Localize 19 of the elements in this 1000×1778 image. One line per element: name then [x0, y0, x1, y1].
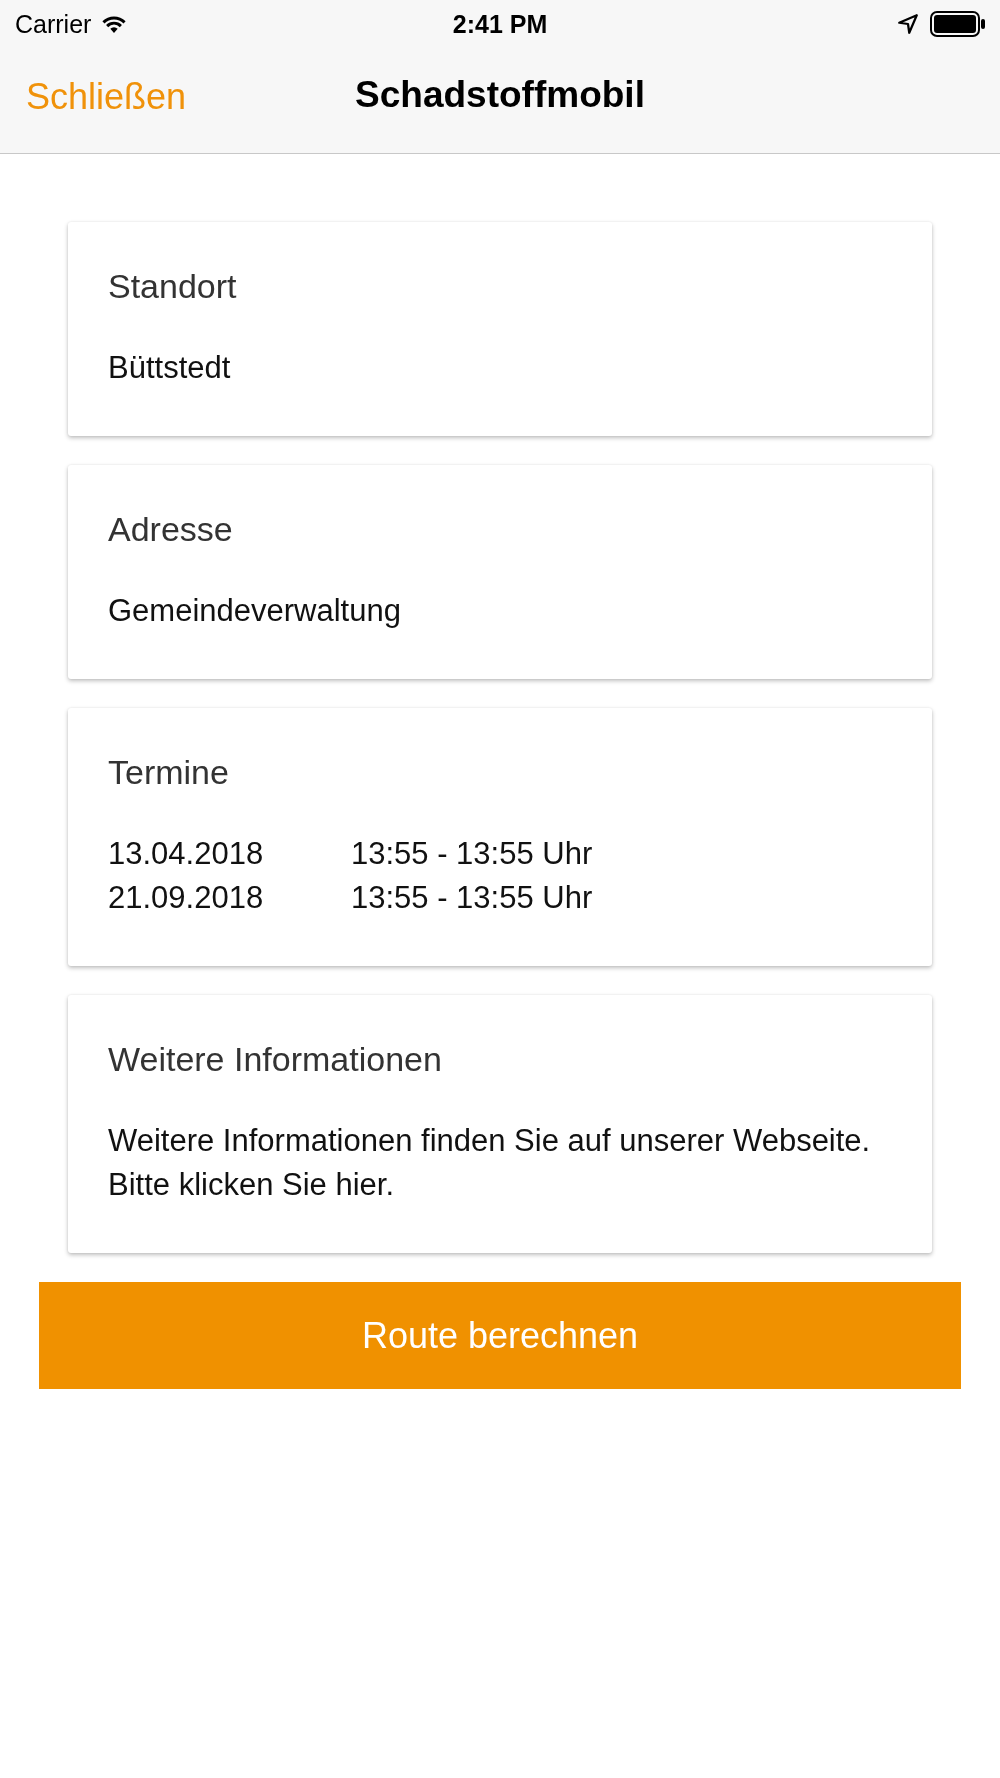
card-title: Weitere Informationen — [108, 1039, 443, 1079]
time-range-text: 13:55 - 13:55 Uhr — [351, 879, 593, 917]
wifi-icon — [101, 14, 128, 34]
carrier-label: Carrier — [15, 9, 92, 39]
card-text: Weitere Informationen finden Sie auf unserer Webseite. Bitte klicken Sie hier. — [108, 1122, 872, 1204]
card-text: Gemeindeverwaltung — [108, 592, 402, 630]
date-text: 21.09.2018 — [108, 879, 265, 917]
time-range-text: 13:55 - 13:55 Uhr — [351, 835, 593, 873]
close-button[interactable]: Schließen — [26, 75, 187, 118]
card-title: Termine — [108, 752, 230, 792]
date-text: 13.04.2018 — [108, 835, 265, 873]
battery-icon — [930, 11, 986, 37]
screen-title: Schadstoffmobil — [355, 74, 645, 116]
card-title: Standort — [108, 266, 238, 306]
clock-label: 2:41 PM — [452, 9, 548, 39]
card-title: Adresse — [108, 509, 234, 549]
location-arrow-icon — [898, 14, 918, 34]
route-button[interactable]: Route berechnen — [39, 1282, 961, 1389]
card-text: Büttstedt — [108, 349, 232, 387]
